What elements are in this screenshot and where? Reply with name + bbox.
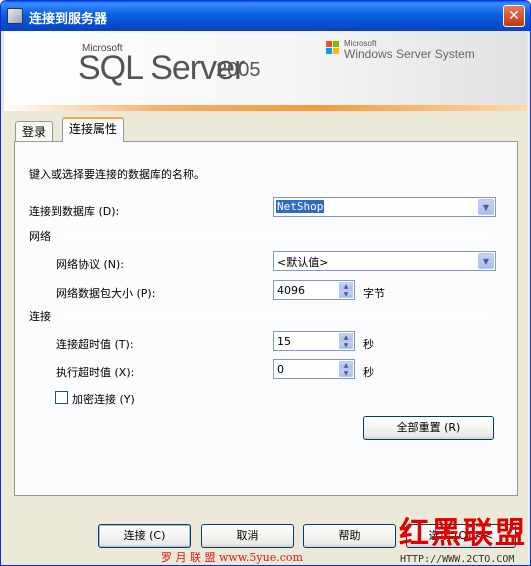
packet-size-unit: 字节 — [363, 287, 385, 300]
database-value: NetShop — [276, 200, 325, 213]
help-button[interactable]: 帮助 — [303, 524, 396, 548]
exec-timeout-stepper[interactable]: 0 ▲ ▼ — [273, 359, 355, 379]
encrypt-checkbox[interactable] — [55, 391, 68, 404]
exec-timeout-value: 0 — [277, 363, 284, 376]
protocol-label: 网络协议 (N): — [56, 258, 125, 271]
windows-flag-icon — [326, 41, 340, 55]
spin-down-icon[interactable]: ▼ — [339, 341, 353, 349]
protocol-combo[interactable]: <默认值> ▼ — [273, 251, 496, 271]
database-combo[interactable]: NetShop ▼ — [273, 197, 496, 217]
network-divider — [61, 235, 491, 236]
tab-login[interactable]: 登录 — [15, 121, 54, 141]
chevron-down-icon[interactable]: ▼ — [478, 199, 494, 215]
network-section-label: 网络 — [29, 230, 51, 243]
window-title: 连接到服务器 — [29, 12, 108, 27]
app-icon — [7, 8, 23, 24]
spin-up-icon[interactable]: ▲ — [339, 361, 353, 369]
connection-divider — [61, 315, 491, 316]
reset-all-button[interactable]: 全部重置 (R) — [363, 416, 494, 440]
protocol-value: <默认值> — [277, 256, 329, 269]
exec-timeout-unit: 秒 — [363, 366, 374, 379]
tab-connection-properties[interactable]: 连接属性 — [62, 117, 125, 142]
database-label: 连接到数据库 (D): — [29, 205, 120, 218]
timeout-label: 连接超时值 (T): — [56, 338, 134, 351]
chevron-down-icon[interactable]: ▼ — [478, 253, 494, 269]
connect-button[interactable]: 连接 (C) — [98, 524, 191, 548]
title-bar[interactable]: 连接到服务器 ✕ — [1, 1, 530, 31]
sql-server-banner: Microsoft SQL Server 2005 Microsoft Wind… — [4, 31, 527, 111]
watermark-url-left: 罗 月 联 盟 www.5yue.com — [161, 551, 303, 564]
spin-up-icon[interactable]: ▲ — [339, 282, 353, 290]
exec-timeout-label: 执行超时值 (X): — [56, 366, 135, 379]
watermark-big: 红黑联盟 — [399, 516, 527, 551]
instruction-text: 键入或选择要连接的数据库的名称。 — [29, 168, 205, 181]
spin-down-icon[interactable]: ▼ — [339, 369, 353, 377]
windows-server-system-label: Windows Server System — [344, 47, 475, 61]
watermark-url-right: HTTP://WWW.2CTO.COM — [400, 554, 515, 565]
spin-up-icon[interactable]: ▲ — [339, 333, 353, 341]
timeout-stepper[interactable]: 15 ▲ ▼ — [273, 331, 355, 351]
timeout-value: 15 — [277, 335, 291, 348]
banner-stripe — [4, 105, 527, 111]
product-version: 2005 — [216, 59, 261, 81]
packet-size-label: 网络数据包大小 (P): — [56, 287, 156, 300]
cancel-button[interactable]: 取消 — [201, 524, 294, 548]
connection-properties-panel: 键入或选择要连接的数据库的名称。 连接到数据库 (D): NetShop ▼ 网… — [14, 141, 518, 496]
packet-size-value: 4096 — [277, 284, 305, 297]
close-button[interactable]: ✕ — [503, 5, 525, 27]
spin-down-icon[interactable]: ▼ — [339, 290, 353, 298]
encrypt-label[interactable]: 加密连接 (Y) — [72, 391, 135, 407]
packet-size-stepper[interactable]: 4096 ▲ ▼ — [273, 280, 355, 300]
connect-to-server-dialog: 连接到服务器 ✕ Microsoft SQL Server 2005 Micro… — [0, 0, 531, 566]
timeout-unit: 秒 — [363, 338, 374, 351]
connection-section-label: 连接 — [29, 310, 51, 323]
